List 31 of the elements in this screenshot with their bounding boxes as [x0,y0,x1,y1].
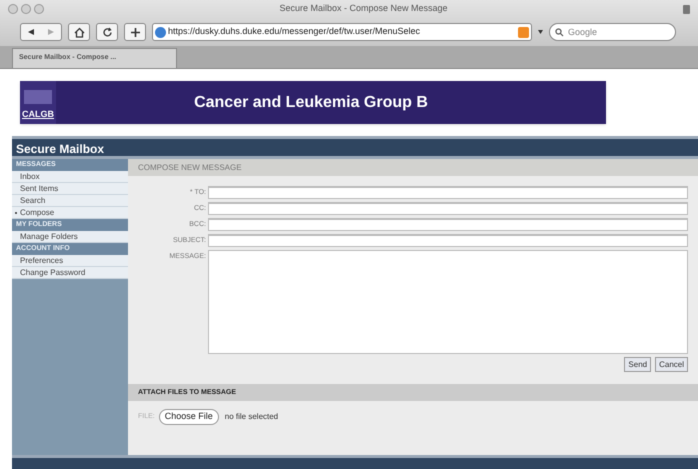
form-button[interactable]: Send [624,357,652,372]
caret-icon [538,30,543,34]
right-arrow-icon [48,29,54,35]
rss-icon [518,26,529,38]
form-button[interactable]: Cancel [655,357,688,372]
text-input-field[interactable] [208,202,688,215]
url-text: https://dusky.duhs.duke.edu/messenger/def/tw.user/MenuSelec [168,25,421,38]
sidebar-item[interactable]: Inbox [20,170,40,182]
search-field[interactable]: Google [549,23,676,41]
text-input-field[interactable] [208,218,688,231]
text-input-field[interactable] [208,186,688,199]
app-title: Secure Mailbox [12,139,698,159]
window-title: Secure Mailbox - Compose New Message [278,2,449,16]
text-input-field[interactable] [208,234,688,247]
message-field[interactable] [208,250,688,354]
file-status: no file selected [224,411,278,423]
globe-icon [155,26,166,38]
add-bookmark-button[interactable] [124,23,146,41]
reload-icon [102,26,112,38]
section-heading: COMPOSE NEW MESSAGE [128,159,698,176]
banner-title: Cancer and Leukemia Group B [193,92,429,112]
left-arrow-icon [28,29,34,35]
choose-file-button[interactable]: Choose File [158,409,219,425]
logo-emblem-icon [24,90,52,104]
address-field[interactable]: https://dusky.duhs.duke.edu/messenger/def/tw.user/MenuSelec [152,23,532,41]
reload-button[interactable] [96,23,118,41]
home-button[interactable] [68,23,90,41]
logo-text: CALGB [22,108,54,120]
lock-icon [683,4,690,14]
home-icon [74,26,84,38]
plus-icon [130,26,140,38]
